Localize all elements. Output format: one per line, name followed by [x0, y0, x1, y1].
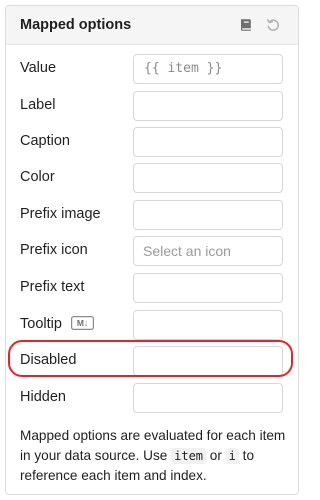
- label-input[interactable]: [133, 91, 283, 121]
- prefix-icon-label: Prefix icon: [20, 242, 88, 258]
- prefix-text-label: Prefix text: [20, 279, 85, 295]
- color-input[interactable]: [133, 163, 283, 193]
- disabled-input[interactable]: [133, 346, 283, 376]
- label-label: Label: [20, 97, 56, 113]
- color-label: Color: [20, 169, 55, 185]
- prefix-icon-row: Prefix icon Select an icon: [6, 236, 298, 266]
- prefix-image-input[interactable]: [133, 200, 283, 230]
- prefix-text-input[interactable]: [133, 273, 283, 303]
- mapped-options-panel: Mapped options Value {{ item }} Label Ca…: [5, 5, 299, 495]
- color-row: Color: [6, 163, 298, 193]
- panel-header: Mapped options: [6, 6, 298, 45]
- tooltip-label: Tooltip M↓: [20, 315, 94, 332]
- book-icon[interactable]: [238, 17, 254, 33]
- prefix-text-row: Prefix text: [6, 273, 298, 303]
- tooltip-label-text: Tooltip: [20, 316, 62, 332]
- disabled-label: Disabled: [20, 352, 77, 368]
- hidden-row: Hidden: [6, 383, 298, 413]
- label-row: Label: [6, 91, 298, 121]
- prefix-image-row: Prefix image: [6, 200, 298, 230]
- caption-row: Caption: [6, 127, 298, 157]
- value-input[interactable]: {{ item }}: [133, 54, 283, 84]
- disabled-row: Disabled: [6, 346, 298, 376]
- hidden-input[interactable]: [133, 383, 283, 413]
- footer-code-i: i: [225, 447, 239, 464]
- prefix-image-label: Prefix image: [20, 206, 101, 222]
- value-label: Value: [20, 60, 57, 76]
- caption-input[interactable]: [133, 127, 283, 157]
- value-row: Value {{ item }}: [6, 54, 298, 84]
- hidden-label: Hidden: [20, 389, 66, 405]
- footer-code-item: item: [171, 447, 207, 464]
- reset-icon[interactable]: [265, 17, 281, 33]
- tooltip-row: Tooltip M↓: [6, 310, 298, 340]
- footer-text-part: or: [206, 447, 226, 463]
- footer-help-text: Mapped options are evaluated for each it…: [20, 426, 290, 486]
- panel-title: Mapped options: [20, 17, 132, 33]
- markdown-badge-text: M↓: [77, 318, 88, 328]
- markdown-icon: M↓: [70, 315, 94, 330]
- caption-label: Caption: [20, 133, 70, 149]
- tooltip-input[interactable]: [133, 310, 283, 340]
- prefix-icon-select[interactable]: Select an icon: [133, 236, 283, 266]
